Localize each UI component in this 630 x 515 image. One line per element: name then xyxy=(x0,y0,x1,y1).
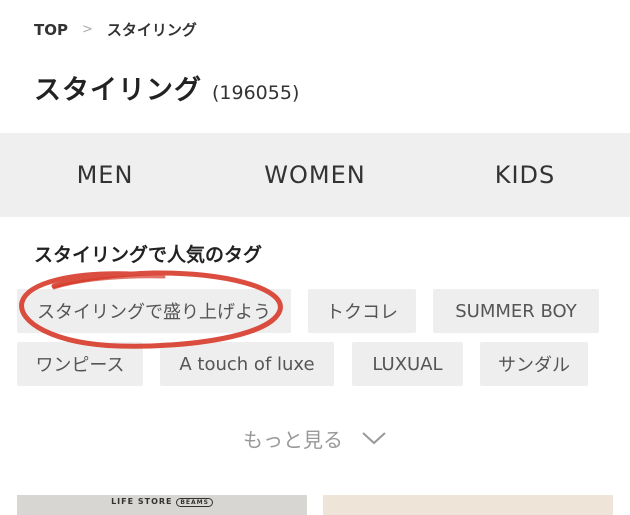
result-count: (196055) xyxy=(212,82,300,104)
tab-kids[interactable]: KIDS xyxy=(420,133,630,217)
popular-tags-heading: スタイリングで人気のタグ xyxy=(34,244,263,266)
thumbnail-brand-text: LIFE STORE BEAMS xyxy=(17,497,307,507)
styling-thumbnail[interactable]: LIFE STORE BEAMS xyxy=(17,495,307,515)
breadcrumb-top-link[interactable]: TOP xyxy=(34,21,68,39)
page-title: スタイリング (196055) xyxy=(34,68,299,107)
tag-item[interactable]: サンダル xyxy=(480,342,588,386)
breadcrumb-separator: > xyxy=(81,22,93,37)
tag-item[interactable]: スタイリングで盛り上げよう xyxy=(17,289,291,333)
tag-item[interactable]: トクコレ xyxy=(308,289,416,333)
more-label: もっと見る xyxy=(243,428,343,452)
gender-tabs: MEN WOMEN KIDS xyxy=(0,133,630,217)
breadcrumb-current: スタイリング xyxy=(106,21,197,39)
styling-thumbnail[interactable] xyxy=(323,495,613,515)
page-title-text: スタイリング xyxy=(34,75,202,106)
tab-women[interactable]: WOMEN xyxy=(210,133,420,217)
chevron-down-icon xyxy=(361,427,387,451)
tag-item[interactable]: LUXUAL xyxy=(352,342,463,386)
tag-item[interactable]: A touch of luxe xyxy=(160,342,334,386)
tag-item[interactable]: SUMMER BOY xyxy=(433,289,599,333)
more-button[interactable]: もっと見る xyxy=(0,424,630,453)
breadcrumb: TOP > スタイリング xyxy=(34,19,197,40)
tab-men[interactable]: MEN xyxy=(0,133,210,217)
tag-item[interactable]: ワンピース xyxy=(17,342,143,386)
